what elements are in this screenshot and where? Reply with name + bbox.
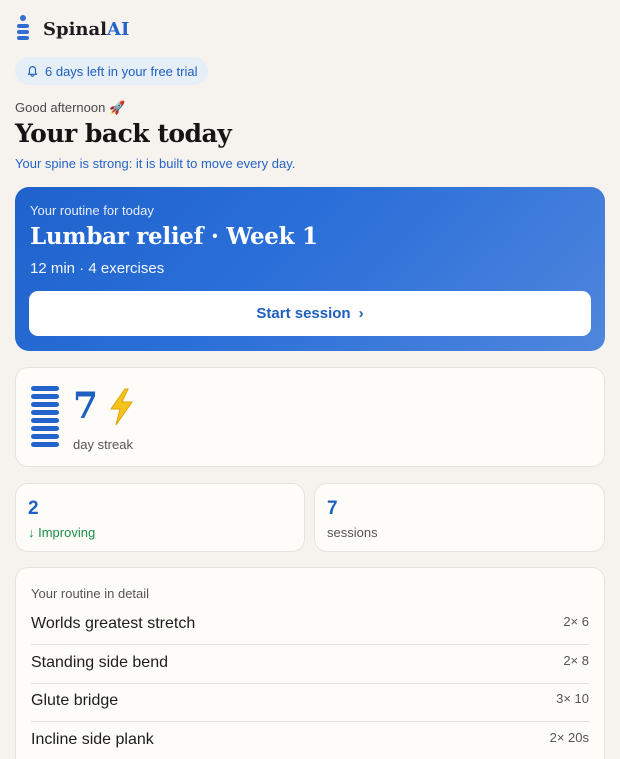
streak-card: 7 day streak: [15, 367, 605, 467]
page-subtitle: Your spine is strong: it is built to mov…: [15, 156, 296, 171]
streak-label: day streak: [73, 437, 133, 452]
routine-title: Lumbar relief · Week 1: [30, 223, 318, 250]
greeting-text: Good afternoon 🚀: [15, 100, 126, 115]
exercise-reps: 2× 20s: [549, 730, 589, 745]
trial-badge[interactable]: 6 days left in your free trial: [15, 57, 209, 85]
exercise-reps: 3× 10: [556, 691, 589, 706]
bell-icon: [27, 65, 38, 77]
brand-name[interactable]: SpinalAI: [43, 19, 129, 40]
exercise-name: Glute bridge: [31, 692, 119, 709]
exercise-row[interactable]: Incline side plank 2× 20s: [31, 723, 589, 759]
exercise-reps: 2× 8: [563, 653, 589, 668]
brand-name-prefix: Spinal: [43, 18, 108, 40]
exercise-reps: 2× 6: [563, 614, 589, 629]
improvement-value: 2: [28, 498, 39, 519]
app-header: SpinalAI: [16, 14, 129, 44]
brand-name-suffix: AI: [107, 18, 130, 40]
trial-text: 6 days left in your free trial: [45, 63, 198, 79]
improvement-stat-card: 2 ↓ Improving: [15, 483, 305, 552]
start-session-label: Start session: [256, 305, 351, 322]
sessions-label: sessions: [327, 525, 378, 540]
routine-detail-heading: Your routine in detail: [31, 586, 150, 601]
lightning-bolt-icon: [110, 388, 133, 426]
exercise-name: Worlds greatest stretch: [31, 615, 196, 632]
routine-detail-card: Your routine in detail Worlds greatest s…: [15, 567, 605, 759]
page-title: Your back today: [15, 119, 232, 148]
spine-icon: [31, 386, 59, 450]
start-session-button[interactable]: Start session ›: [29, 291, 591, 336]
spine-logo-icon: [16, 15, 30, 43]
exercise-row[interactable]: Glute bridge 3× 10: [31, 684, 589, 722]
streak-count: 7: [73, 385, 99, 427]
exercise-name: Standing side bend: [31, 654, 168, 671]
exercise-row[interactable]: Standing side bend 2× 8: [31, 646, 589, 684]
routine-label: Your routine for today: [30, 203, 154, 218]
todays-routine-card: Your routine for today Lumbar relief · W…: [15, 187, 605, 351]
exercise-row[interactable]: Worlds greatest stretch 2× 6: [31, 607, 589, 645]
sessions-value: 7: [327, 498, 338, 519]
exercise-name: Incline side plank: [31, 731, 154, 748]
sessions-stat-card: 7 sessions: [314, 483, 605, 552]
routine-meta: 12 min · 4 exercises: [30, 260, 165, 277]
chevron-right-icon: ›: [358, 305, 364, 322]
improvement-label: ↓ Improving: [28, 525, 96, 540]
